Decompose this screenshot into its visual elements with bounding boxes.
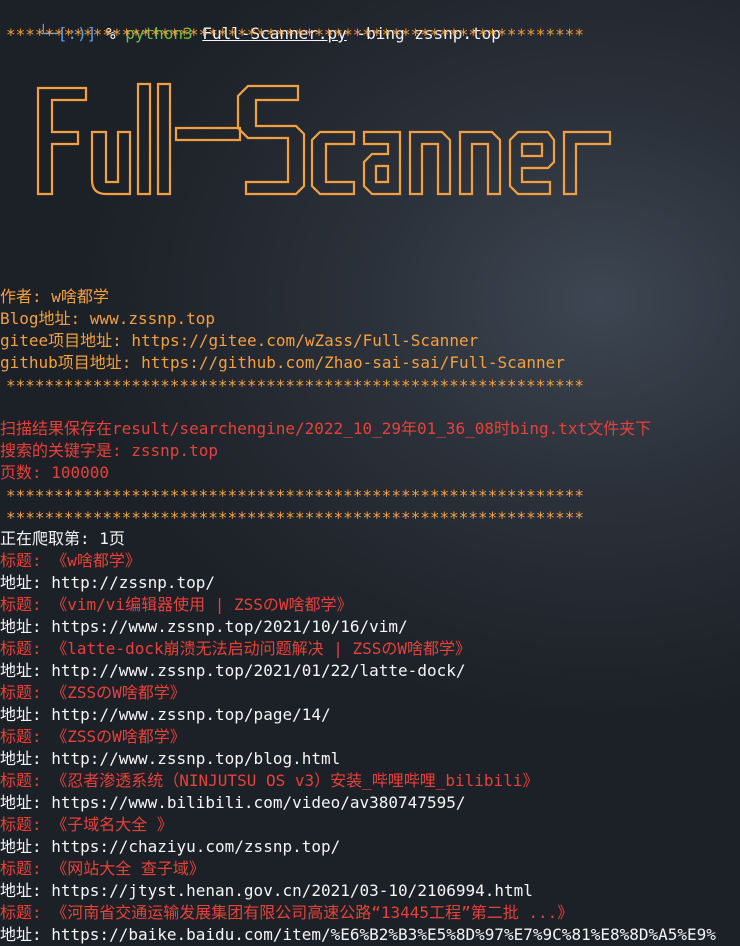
result-url: 地址: https://jtyst.henan.gov.cn/2021/03-1… bbox=[0, 881, 533, 900]
result-title: 标题: 《latte-dock崩溃无法启动问题解决 | ZSSのW啥都学》 bbox=[0, 639, 472, 658]
separator-line: ****************************************… bbox=[6, 486, 584, 505]
result-title: 标题: 《vim/vi编辑器使用 | ZSSのW啥都学》 bbox=[0, 595, 353, 614]
crawl-page-line: 正在爬取第: 1页 bbox=[0, 529, 125, 548]
full-scanner-banner bbox=[34, 70, 654, 210]
gitee-line: gitee项目地址: https://gitee.com/wZass/Full-… bbox=[0, 331, 479, 350]
result-title: 标题: 《子域名大全 》 bbox=[0, 815, 173, 834]
github-line: github项目地址: https://github.com/Zhao-sai-… bbox=[0, 353, 565, 372]
author-line: 作者: w啥都学 bbox=[0, 287, 109, 306]
result-url: 地址: https://baike.baidu.com/item/%E6%B2%… bbox=[0, 925, 716, 944]
result-url: 地址: https://www.bilibili.com/video/av380… bbox=[0, 793, 466, 812]
blog-line: Blog地址: www.zssnp.top bbox=[0, 309, 216, 328]
terminal-window[interactable]: └─[:)] % python3 Full-Scanner.py -bing z… bbox=[0, 0, 740, 946]
separator-line: ****************************************… bbox=[6, 508, 584, 527]
result-url: 地址: http://www.zssnp.top/blog.html bbox=[0, 749, 341, 768]
command-prompt-line: └─[:)] % python3 Full-Scanner.py -bing z… bbox=[0, 1, 501, 43]
result-url: 地址: https://chaziyu.com/zssnp.top/ bbox=[0, 837, 341, 856]
result-title: 标题: 《河南省交通运输发展集团有限公司高速公路“13445工程”第二批 ...… bbox=[0, 903, 574, 922]
result-url: 地址: http://www.zssnp.top/page/14/ bbox=[0, 705, 331, 724]
result-title: 标题: 《网站大全 查子域》 bbox=[0, 859, 205, 878]
separator-line: ****************************************… bbox=[6, 376, 584, 395]
save-path-line: 扫描结果保存在result/searchengine/2022_10_29年01… bbox=[0, 419, 652, 438]
result-url: 地址: http://www.zssnp.top/2021/01/22/latt… bbox=[0, 661, 466, 680]
result-title: 标题: 《w啥都学》 bbox=[0, 551, 141, 570]
page-count-line: 页数: 100000 bbox=[0, 463, 110, 482]
result-title: 标题: 《忍者渗透系统（NINJUTSU OS v3）安装_哔哩哔哩_bilib… bbox=[0, 771, 539, 790]
result-url: 地址: http://zssnp.top/ bbox=[0, 573, 216, 592]
result-title: 标题: 《ZSSのW啥都学》 bbox=[0, 683, 186, 702]
keyword-line: 搜索的关键字是: zssnp.top bbox=[0, 441, 218, 460]
result-url: 地址: https://www.zssnp.top/2021/10/16/vim… bbox=[0, 617, 408, 636]
separator-line: ****************************************… bbox=[6, 25, 584, 44]
banner-logo-art bbox=[36, 82, 612, 196]
result-title: 标题: 《ZSSのW啥都学》 bbox=[0, 727, 186, 746]
